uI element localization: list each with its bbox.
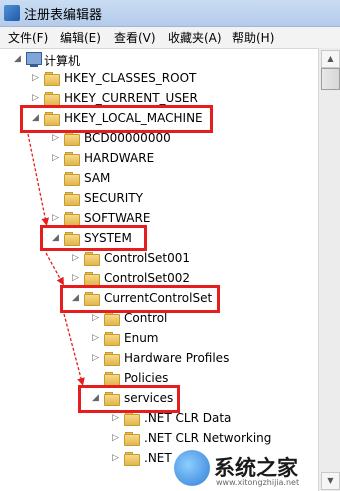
watermark-logo-icon — [174, 450, 210, 486]
watermark: 系统之家 www.xitongzhijia.net — [168, 442, 340, 491]
scroll-up-arrow-icon[interactable]: ▲ — [321, 50, 340, 68]
watermark-subtext: www.xitongzhijia.net — [216, 478, 300, 487]
guide-arrow — [45, 252, 64, 286]
scroll-thumb[interactable] — [321, 68, 340, 90]
guide-arrow — [27, 133, 50, 226]
vertical-scrollbar[interactable]: ▲ ▼ — [318, 48, 340, 491]
guide-arrow — [63, 313, 85, 386]
guide-arrows — [27, 133, 85, 386]
